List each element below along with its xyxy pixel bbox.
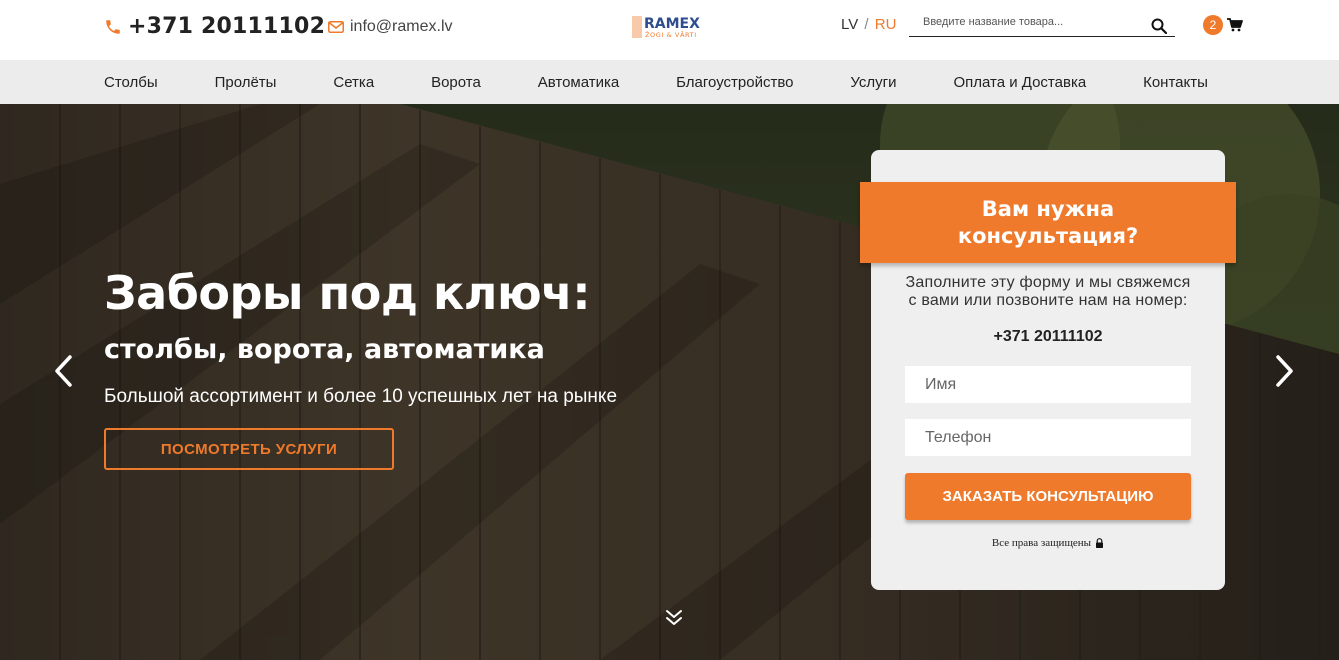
search-bar [909,10,1175,37]
ramex-logo[interactable]: RAMEX ŽOGI & VĀRTI [632,14,722,40]
header-email[interactable]: info@ramex.lv [328,18,453,36]
name-input[interactable] [905,366,1191,403]
nav-item-contacts[interactable]: Контакты [1143,74,1208,91]
chevron-left-icon[interactable] [52,354,76,388]
rights-notice: Все права защищены [905,537,1191,549]
consultation-banner: Вам нужна консультация? [860,182,1236,263]
site-header: +371 20111102 info@ramex.lv RAMEX ŽOGI &… [0,0,1339,60]
phone-input[interactable] [905,419,1191,456]
logo-text: RAMEX [644,16,700,32]
rights-text: Все права защищены [991,537,1092,549]
cart-button[interactable]: 2 [1203,15,1243,35]
view-services-button[interactable]: ПОСМОТРЕТЬ УСЛУГИ [104,428,394,470]
lang-ru[interactable]: RU [875,16,897,33]
envelope-icon [328,21,344,33]
cart-count-badge: 2 [1203,15,1223,35]
nav-item-automation[interactable]: Автоматика [538,74,620,91]
consultation-title: Вам нужна консультация? [957,196,1139,248]
search-icon[interactable] [1151,18,1167,34]
nav-item-landscaping[interactable]: Благоустройство [676,74,793,91]
hero-title: Заборы под ключ: [104,266,591,320]
search-input[interactable] [923,16,1143,28]
double-chevron-down-icon[interactable] [664,608,684,628]
hero-subtitle: столбы, ворота, автоматика [104,334,545,365]
consultation-phone: +371 20111102 [993,328,1103,345]
hero-slider: Заборы под ключ: столбы, ворота, автомат… [0,104,1339,660]
header-phone-number: +371 20111102 [128,14,326,39]
lang-separator: / [864,16,869,33]
nav-item-payment-delivery[interactable]: Оплата и Доставка [953,74,1086,91]
chevron-right-icon[interactable] [1272,354,1296,388]
lock-icon [1096,538,1104,548]
hero-description: Большой ассортимент и более 10 успешных … [104,386,618,407]
header-phone[interactable]: +371 20111102 [104,14,325,39]
nav-item-spans[interactable]: Пролёты [215,74,277,91]
header-email-address: info@ramex.lv [350,18,453,35]
nav-item-posts[interactable]: Столбы [104,74,158,91]
main-nav: Столбы Пролёты Сетка Ворота Автоматика Б… [0,60,1339,104]
lang-lv[interactable]: LV [841,16,858,33]
nav-item-mesh[interactable]: Сетка [333,74,374,91]
nav-item-gates[interactable]: Ворота [431,74,481,91]
nav-item-services[interactable]: Услуги [850,74,896,91]
logo-subtext: ŽOGI & VĀRTI [645,30,697,39]
phone-icon [106,19,120,34]
cart-icon [1227,18,1243,32]
order-consultation-button[interactable]: ЗАКАЗАТЬ КОНСУЛЬТАЦИЮ [905,473,1191,520]
consultation-text: Заполните эту форму и мы свяжемся с вами… [905,274,1191,309]
language-switcher: LV / RU [841,16,896,33]
